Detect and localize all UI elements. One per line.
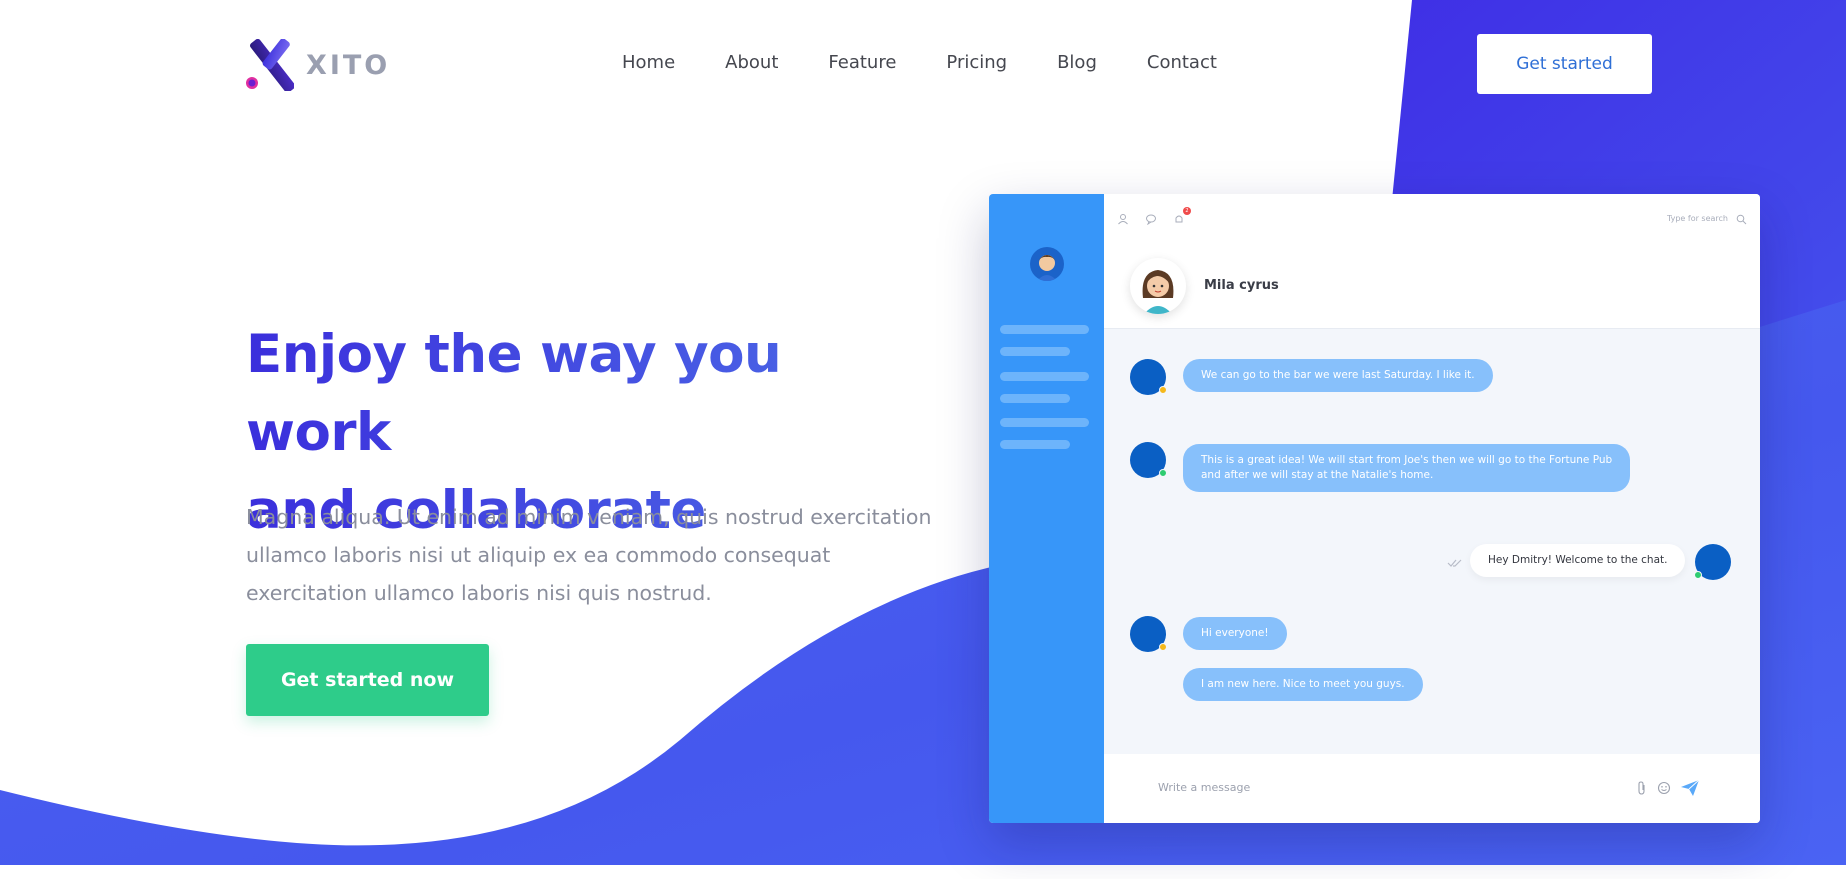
message-avatar [1130,442,1167,478]
message-bubble: Hi everyone! [1183,617,1287,650]
nav-item-about[interactable]: About [725,52,778,73]
status-dot [1159,643,1167,651]
nav-item-feature[interactable]: Feature [828,52,896,73]
search-icon[interactable] [1734,212,1748,226]
sidebar-placeholder-line [1000,394,1070,403]
hero-title-line-1: Enjoy the way you work [246,324,782,463]
message-avatar [1130,359,1167,395]
logo-mark-icon [246,38,296,93]
get-started-button[interactable]: Get started [1477,34,1652,94]
message-bubble: This is a great idea! We will start from… [1183,444,1631,492]
chat-header: 2 Type for search Mila cyrus [1104,194,1760,329]
sidebar-placeholder-line [1000,418,1089,427]
send-icon[interactable] [1680,778,1700,798]
status-dot [1159,469,1167,477]
bottom-divider [0,865,1846,879]
bell-icon[interactable]: 2 [1172,207,1191,226]
nav-item-pricing[interactable]: Pricing [946,52,1007,73]
read-check-icon [1447,555,1463,573]
logo-text: XITO [306,49,391,81]
chat-icon[interactable] [1144,212,1158,226]
message-avatar [1694,544,1731,580]
emoji-icon[interactable] [1654,778,1674,798]
hero-subtitle: Magna aliqua. Ut enim ad minim veniam, q… [246,505,932,605]
message-avatar [1130,616,1167,652]
message-bubble-outgoing: Hey Dmitry! Welcome to the chat. [1470,544,1686,577]
sidebar-placeholder-line [1000,347,1070,356]
chat-sidebar [989,194,1104,823]
nav-item-contact[interactable]: Contact [1147,52,1217,73]
main-nav: Home About Feature Pricing Blog Contact [622,52,1267,73]
chat-app-mockup: 2 Type for search Mila cyrus We can go t… [989,194,1760,823]
user-avatar[interactable] [1030,247,1064,281]
message-input[interactable]: Write a message [1158,781,1250,794]
nav-item-home[interactable]: Home [622,52,675,73]
notification-badge: 2 [1183,207,1191,215]
status-dot [1159,386,1167,394]
status-dot [1694,571,1702,579]
sidebar-placeholder-line [1000,440,1070,449]
get-started-now-button[interactable]: Get started now [246,644,489,716]
contact-name: Mila cyrus [1204,278,1279,293]
sidebar-placeholder-line [1000,325,1089,334]
search-input[interactable]: Type for search [1667,214,1728,223]
nav-item-blog[interactable]: Blog [1057,52,1097,73]
message-bubble: We can go to the bar we were last Saturd… [1183,359,1493,392]
user-icon[interactable] [1116,212,1130,226]
sidebar-placeholder-line [1000,372,1089,381]
message-composer: Write a message [1104,754,1760,823]
brand-logo[interactable]: XITO [246,38,391,93]
attachment-icon[interactable] [1632,778,1652,798]
contact-avatar[interactable] [1130,258,1186,314]
message-bubble: I am new here. Nice to meet you guys. [1183,668,1423,701]
